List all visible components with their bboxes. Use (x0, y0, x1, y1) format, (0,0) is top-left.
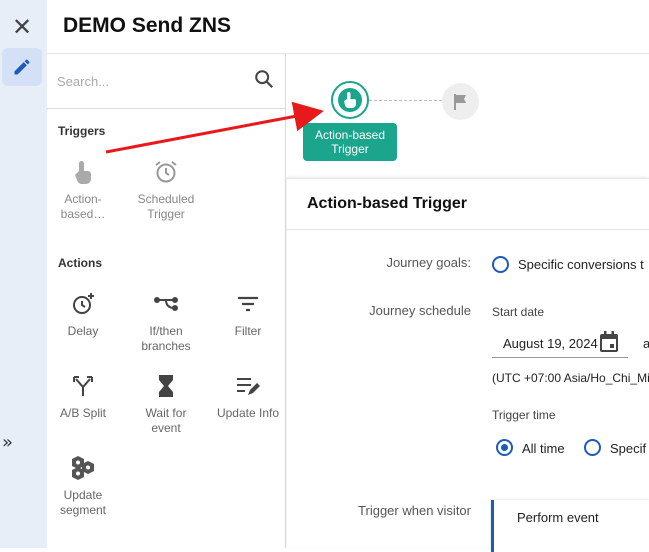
alarm-icon (155, 161, 177, 183)
filter-icon (238, 296, 258, 312)
expand-rail-button[interactable]: » (2, 432, 13, 453)
journey-schedule-label: Journey schedule (369, 303, 471, 318)
connector-line (369, 100, 442, 101)
tool-wait-for-event[interactable]: Wait for event (126, 372, 206, 436)
tool-update-info[interactable]: Update Info (208, 372, 288, 421)
trigger-time-label: Trigger time (492, 408, 556, 422)
search-bar (47, 54, 285, 109)
tool-update-segment[interactable]: Update segment (43, 454, 123, 518)
perform-event-card[interactable]: Perform event (491, 500, 649, 552)
flag-icon (453, 93, 466, 110)
tool-label: Scheduled Trigger (137, 192, 195, 221)
calendar-icon[interactable] (598, 330, 620, 359)
tool-ab-split[interactable]: A/B Split (43, 372, 123, 421)
tool-label: Update Info (216, 406, 280, 420)
triggers-heading: Triggers (58, 124, 106, 138)
all-time-label: All time (522, 441, 565, 456)
tool-label: Filter (234, 324, 262, 338)
hourglass-icon (159, 375, 173, 397)
panel-title: Action-based Trigger (307, 195, 468, 212)
all-time-radio[interactable] (496, 439, 513, 456)
tool-delay[interactable]: Delay (43, 290, 123, 339)
tool-if-then-branches[interactable]: If/then branches (126, 290, 206, 354)
search-icon[interactable] (253, 68, 275, 95)
page-header: DEMO Send ZNS (47, 0, 649, 54)
actions-heading: Actions (58, 256, 103, 270)
search-input[interactable] (57, 70, 247, 92)
tool-label: Update segment (59, 488, 107, 517)
edit-mode-button[interactable] (2, 48, 42, 86)
tool-filter[interactable]: Filter (208, 290, 288, 339)
left-rail: ✕ » (0, 0, 47, 548)
tool-label: If/then branches (141, 324, 191, 353)
tool-label: Action- based… (60, 192, 106, 221)
specific-time-label: Specif (610, 441, 647, 456)
close-icon[interactable]: ✕ (10, 16, 34, 40)
branch-icon (154, 297, 178, 311)
specific-time-radio[interactable] (584, 439, 601, 456)
start-date-trailing: a (643, 336, 649, 351)
touch-icon (75, 161, 91, 185)
divider (287, 229, 649, 230)
delay-icon (73, 293, 94, 314)
tool-action-based-trigger[interactable]: Action- based… (43, 158, 123, 222)
specific-conversions-radio[interactable] (492, 256, 509, 273)
start-date-underline (492, 357, 628, 358)
timezone-text: (UTC +07:00 Asia/Ho_Chi_Mi (492, 371, 649, 385)
trigger-node[interactable] (331, 81, 369, 119)
tool-scheduled-trigger[interactable]: Scheduled Trigger (126, 158, 206, 222)
journey-goals-label: Journey goals: (386, 255, 471, 270)
start-date-label: Start date (492, 305, 545, 319)
trigger-node-label[interactable]: Action-based Trigger (303, 123, 397, 161)
pencil-icon (14, 59, 30, 75)
edit-list-icon (237, 378, 260, 395)
segment-icon (72, 456, 94, 480)
page-title: DEMO Send ZNS (63, 14, 232, 37)
tool-sidebar: Triggers Action- based… Scheduled Trigge… (47, 54, 286, 548)
specific-conversions-label: Specific conversions t (518, 257, 644, 272)
tool-label: Delay (67, 324, 99, 338)
tool-label: Wait for event (145, 406, 187, 435)
touch-icon (338, 88, 362, 112)
split-icon (73, 376, 93, 396)
start-date-input[interactable]: August 19, 2024 (503, 336, 598, 351)
journey-canvas: Action-based Trigger (287, 54, 649, 178)
trigger-when-visitor-label: Trigger when visitor (358, 503, 471, 518)
end-node[interactable] (442, 83, 479, 120)
trigger-settings-panel: Action-based Trigger Journey goals: Spec… (287, 178, 649, 552)
perform-event-label: Perform event (517, 510, 599, 525)
tool-label: A/B Split (59, 406, 107, 420)
